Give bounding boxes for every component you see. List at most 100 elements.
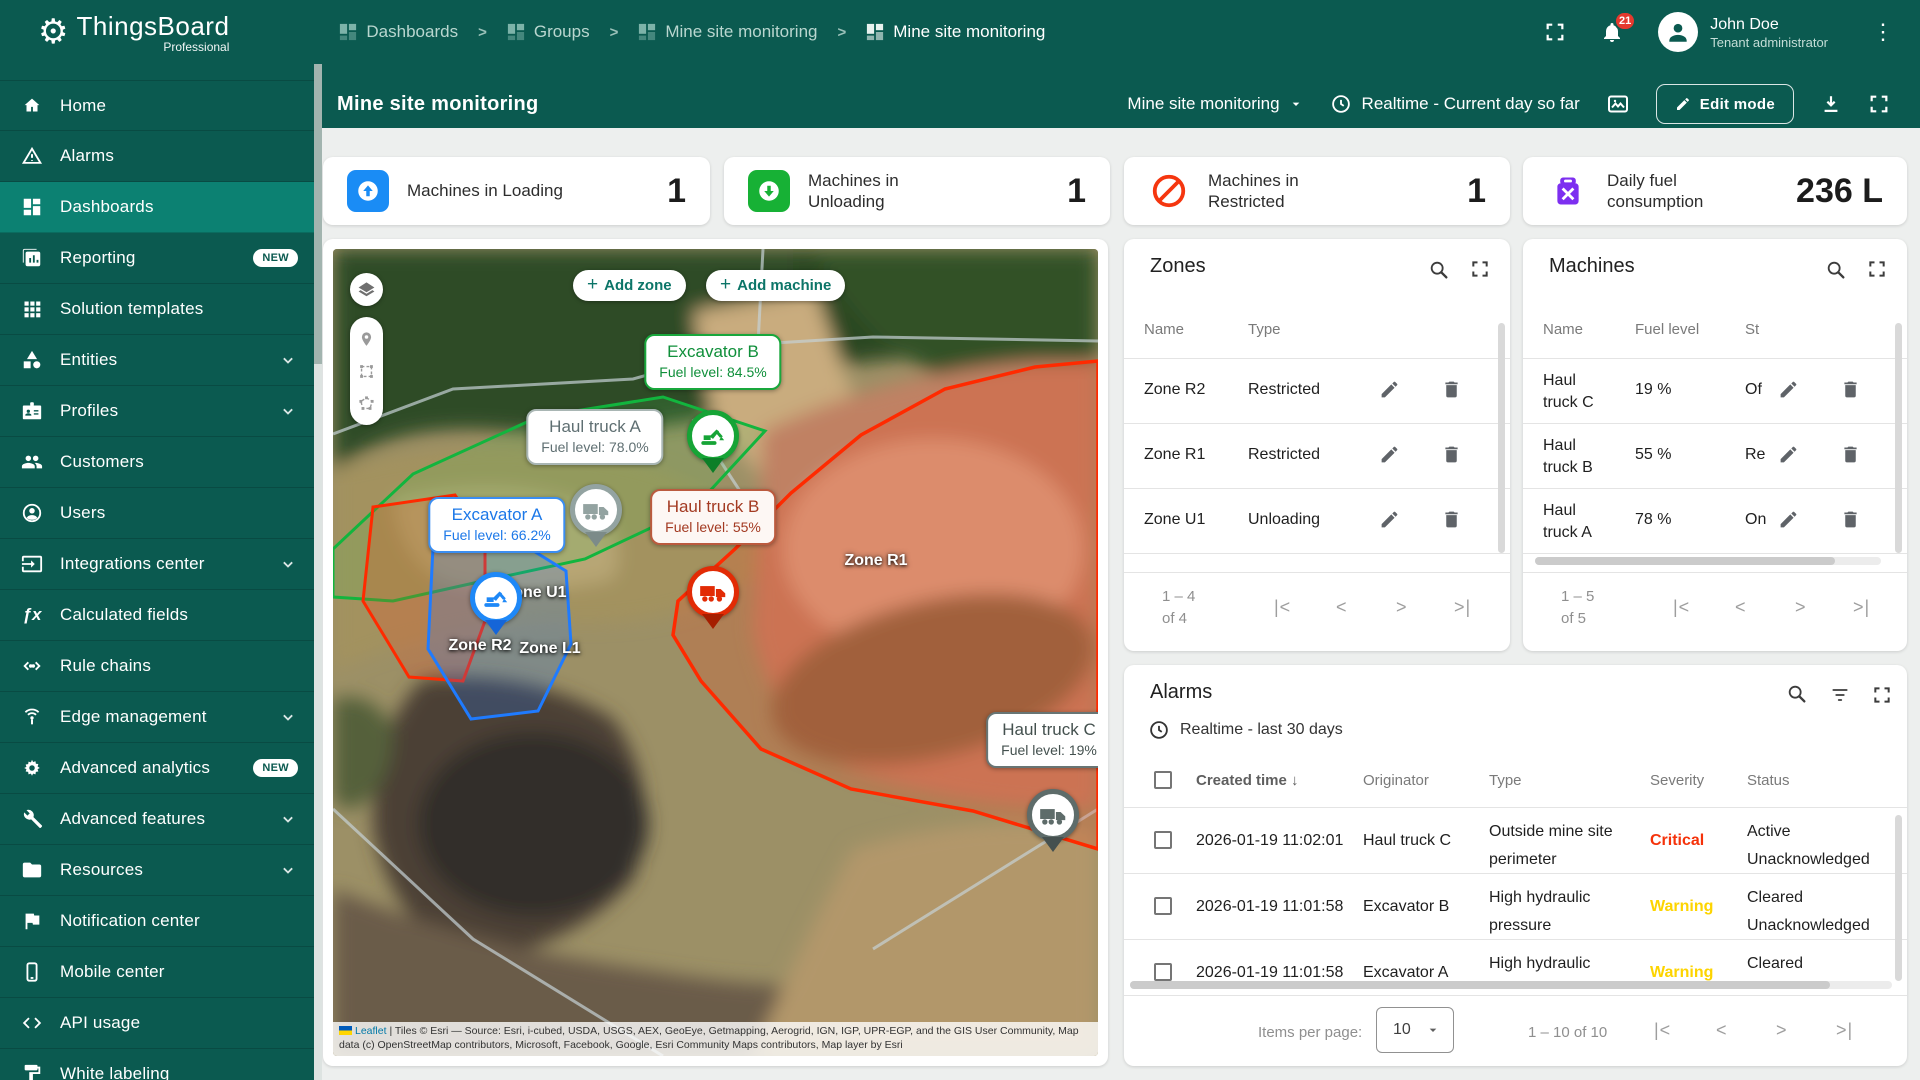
edit-icon[interactable] — [1379, 444, 1400, 465]
column-header-created[interactable]: Created time ↓ — [1196, 772, 1299, 789]
fullscreen-icon[interactable] — [1868, 93, 1890, 115]
panel-scrollbar[interactable] — [1895, 323, 1902, 553]
prev-page-button[interactable]: < — [1716, 1020, 1728, 1041]
panel-scrollbar[interactable] — [1498, 323, 1505, 553]
marker-excavator-b[interactable] — [687, 410, 739, 462]
next-page-button[interactable]: > — [1396, 597, 1408, 618]
kebab-menu-icon[interactable]: ⋮ — [1872, 21, 1894, 43]
sidebar-item-api-usage[interactable]: API usage — [0, 998, 314, 1049]
download-icon[interactable] — [1820, 93, 1842, 115]
search-icon[interactable] — [1428, 259, 1450, 281]
marker-haul-truck-b[interactable] — [687, 566, 739, 618]
column-header-status[interactable]: St — [1745, 321, 1759, 338]
fullscreen-icon[interactable] — [1544, 21, 1566, 43]
machine-tooltip-excavator-a[interactable]: Excavator AFuel level: 66.2% — [428, 497, 565, 553]
search-icon[interactable] — [1786, 683, 1808, 705]
edit-icon[interactable] — [1778, 509, 1799, 530]
prev-page-button[interactable]: < — [1735, 597, 1747, 618]
delete-icon[interactable] — [1441, 509, 1462, 530]
sidebar-scrollbar[interactable] — [314, 64, 322, 1080]
page-size-select[interactable]: 10 — [1376, 1007, 1454, 1053]
dashboard-image-icon[interactable] — [1606, 92, 1630, 116]
breadcrumb-group-mine-site[interactable]: Mine site monitoring — [638, 22, 817, 42]
machine-tooltip-excavator-b[interactable]: Excavator BFuel level: 84.5% — [644, 334, 781, 390]
sidebar-item-integrations-center[interactable]: Integrations center — [0, 539, 314, 590]
column-header-severity[interactable]: Severity — [1650, 772, 1704, 789]
column-header-name[interactable]: Name — [1543, 321, 1583, 338]
sidebar-item-profiles[interactable]: Profiles — [0, 386, 314, 437]
alarms-timewindow[interactable]: Realtime - last 30 days — [1180, 721, 1343, 739]
select-all-checkbox[interactable] — [1154, 771, 1172, 789]
panel-scrollbar[interactable] — [1895, 815, 1902, 981]
sidebar-item-calculated-fields[interactable]: ƒx Calculated fields — [0, 590, 314, 641]
row-checkbox[interactable] — [1154, 897, 1172, 915]
delete-icon[interactable] — [1441, 379, 1462, 400]
fullscreen-icon[interactable] — [1872, 685, 1892, 705]
next-page-button[interactable]: > — [1795, 597, 1807, 618]
sidebar-item-alarms[interactable]: Alarms — [0, 131, 314, 182]
delete-icon[interactable] — [1840, 509, 1861, 530]
alarm-row[interactable]: 2026-01-19 11:01:58 Excavator A High hyd… — [1124, 939, 1907, 981]
breadcrumb-current[interactable]: Mine site monitoring — [866, 22, 1045, 42]
edit-icon[interactable] — [1379, 379, 1400, 400]
sidebar-item-home[interactable]: Home — [0, 80, 314, 131]
thingsboard-logo[interactable]: ⚙ ThingsBoard Professional — [38, 11, 229, 54]
machine-tooltip-haul-truck-b[interactable]: Haul truck BFuel level: 55% — [650, 489, 776, 545]
sidebar-item-users[interactable]: Users — [0, 488, 314, 539]
delete-icon[interactable] — [1441, 444, 1462, 465]
mine-site-map[interactable]: +Add zone +Add machine Zone R1 Zone U1 Z… — [333, 249, 1098, 1056]
sidebar-item-solution-templates[interactable]: Solution templates — [0, 284, 314, 335]
sidebar-item-reporting[interactable]: Reporting NEW — [0, 233, 314, 284]
leaflet-link[interactable]: Leaflet — [355, 1025, 387, 1037]
machine-tooltip-haul-truck-c[interactable]: Haul truck CFuel level: 19% — [986, 712, 1098, 768]
breadcrumb-dashboards[interactable]: Dashboards — [339, 22, 458, 42]
marker-haul-truck-a[interactable] — [570, 484, 622, 536]
sidebar-item-customers[interactable]: Customers — [0, 437, 314, 488]
first-page-button[interactable]: |< — [1673, 597, 1690, 618]
column-header-status[interactable]: Status — [1747, 772, 1790, 789]
sidebar-item-dashboards[interactable]: Dashboards — [0, 182, 314, 233]
avatar[interactable] — [1658, 12, 1698, 52]
sidebar-item-resources[interactable]: Resources — [0, 845, 314, 896]
first-page-button[interactable]: |< — [1654, 1020, 1671, 1041]
filter-icon[interactable] — [1830, 685, 1850, 705]
column-header-fuel[interactable]: Fuel level — [1635, 321, 1699, 338]
add-machine-button[interactable]: +Add machine — [706, 270, 845, 301]
sidebar-item-edge-management[interactable]: Edge management — [0, 692, 314, 743]
next-page-button[interactable]: > — [1776, 1020, 1788, 1041]
edit-mode-button[interactable]: Edit mode — [1656, 84, 1794, 124]
sidebar-item-mobile-center[interactable]: Mobile center — [0, 947, 314, 998]
horizontal-scrollbar[interactable] — [1130, 981, 1892, 989]
first-page-button[interactable]: |< — [1274, 597, 1291, 618]
delete-icon[interactable] — [1840, 379, 1861, 400]
add-zone-button[interactable]: +Add zone — [573, 270, 686, 301]
row-checkbox[interactable] — [1154, 963, 1172, 981]
timewindow-button[interactable]: Realtime - Current day so far — [1330, 93, 1580, 115]
sidebar-item-notification-center[interactable]: Notification center — [0, 896, 314, 947]
map-draw-tools[interactable] — [350, 317, 383, 425]
sidebar-item-advanced-analytics[interactable]: Advanced analytics NEW — [0, 743, 314, 794]
edit-icon[interactable] — [1778, 379, 1799, 400]
last-page-button[interactable]: >| — [1836, 1020, 1853, 1041]
sidebar-item-entities[interactable]: Entities — [0, 335, 314, 386]
column-header-originator[interactable]: Originator — [1363, 772, 1429, 789]
machine-tooltip-haul-truck-a[interactable]: Haul truck AFuel level: 78.0% — [526, 409, 663, 465]
breadcrumb-groups[interactable]: Groups — [507, 22, 590, 42]
row-checkbox[interactable] — [1154, 831, 1172, 849]
search-icon[interactable] — [1825, 259, 1847, 281]
last-page-button[interactable]: >| — [1853, 597, 1870, 618]
map-layers-button[interactable] — [350, 273, 383, 306]
column-header-type[interactable]: Type — [1248, 321, 1281, 338]
sidebar-item-advanced-features[interactable]: Advanced features — [0, 794, 314, 845]
last-page-button[interactable]: >| — [1454, 597, 1471, 618]
edit-icon[interactable] — [1778, 444, 1799, 465]
column-header-name[interactable]: Name — [1144, 321, 1184, 338]
marker-excavator-a[interactable] — [470, 572, 522, 624]
edit-icon[interactable] — [1379, 509, 1400, 530]
marker-haul-truck-c[interactable] — [1027, 789, 1079, 841]
prev-page-button[interactable]: < — [1336, 597, 1348, 618]
sidebar-item-rule-chains[interactable]: Rule chains — [0, 641, 314, 692]
user-info[interactable]: John Doe Tenant administrator — [1710, 15, 1828, 50]
fullscreen-icon[interactable] — [1470, 259, 1490, 279]
fullscreen-icon[interactable] — [1867, 259, 1887, 279]
